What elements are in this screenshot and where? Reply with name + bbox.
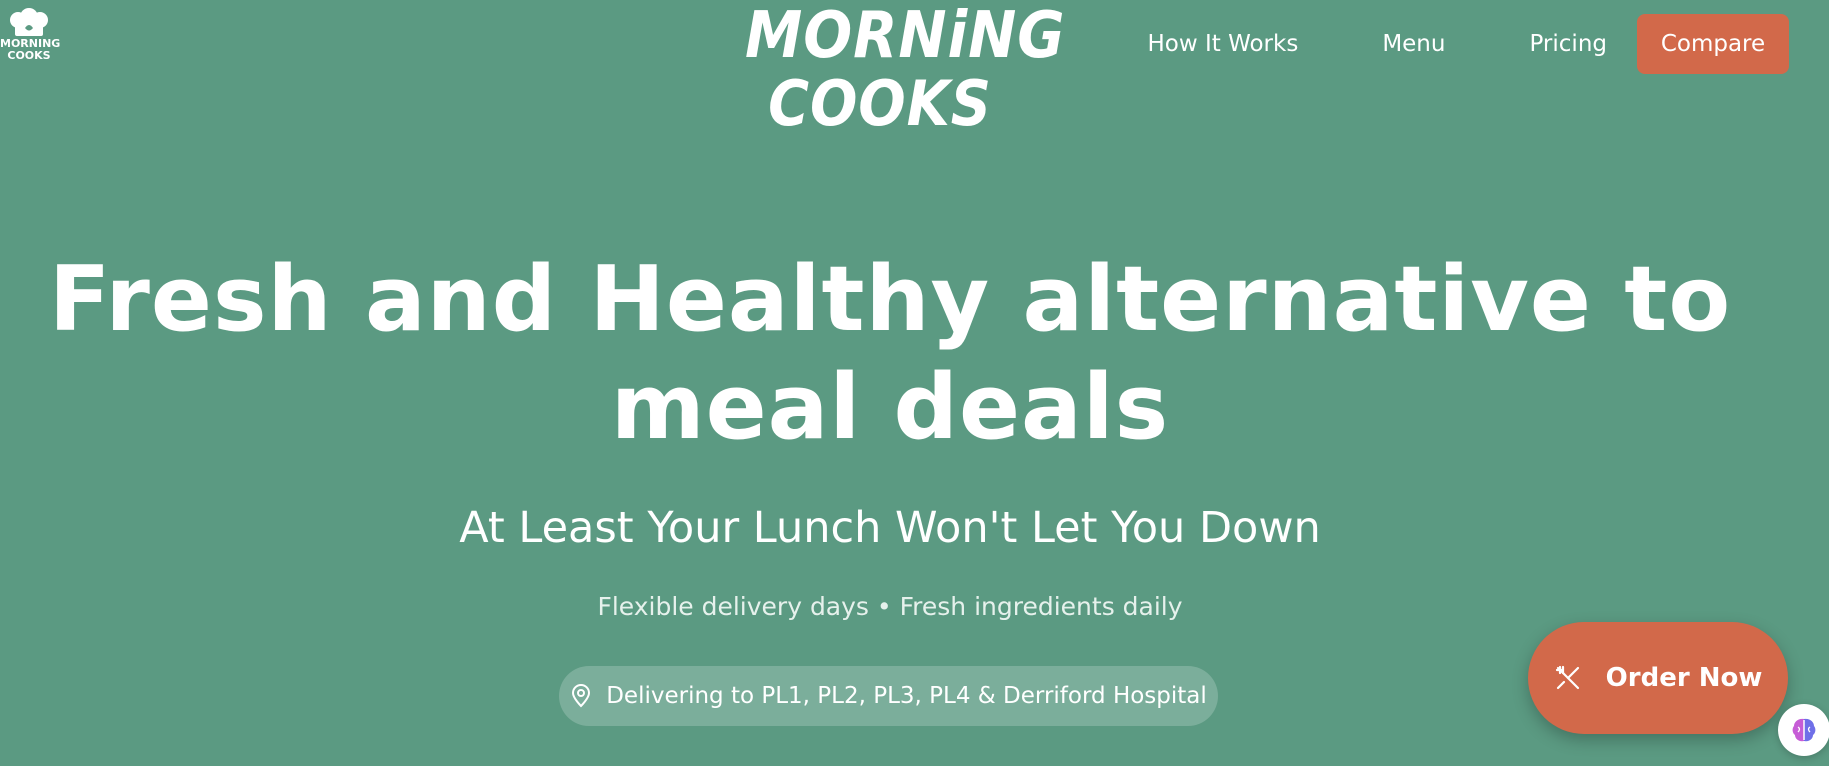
compare-button[interactable]: Compare (1637, 14, 1789, 74)
chef-hat-icon (10, 8, 48, 36)
assistant-widget[interactable] (1778, 704, 1829, 756)
brand-line2: COOKS (768, 67, 992, 140)
hero-features: Flexible delivery days • Fresh ingredien… (597, 592, 1183, 621)
brand-line1: MORNiNG (745, 0, 1066, 73)
nav-pricing[interactable]: Pricing (1529, 31, 1607, 57)
delivery-area-badge: Delivering to PL1, PL2, PL3, PL4 & Derri… (559, 666, 1218, 726)
nav-menu[interactable]: Menu (1382, 31, 1445, 57)
brand-logo[interactable]: MORNiNG COOKS (730, 0, 1066, 140)
brain-icon (1792, 718, 1816, 742)
map-pin-icon (570, 684, 592, 708)
corner-logo[interactable]: MORNING COOKS (0, 8, 60, 62)
hero-title: Fresh and Healthy alternative to meal de… (0, 246, 1780, 462)
main-nav: How It Works Menu Pricing Compare (1147, 14, 1789, 74)
hero-title-line2: meal deals (610, 355, 1170, 460)
page: MORNING COOKS MORNiNG COOKS How It Works… (0, 0, 1829, 766)
hero-subtitle: At Least Your Lunch Won't Let You Down (459, 503, 1321, 553)
hero-title-line1: Fresh and Healthy alternative to (48, 247, 1732, 352)
utensils-crossed-icon (1554, 664, 1582, 692)
order-now-label: Order Now (1605, 663, 1763, 693)
nav-how-it-works[interactable]: How It Works (1147, 31, 1298, 57)
delivery-area-text: Delivering to PL1, PL2, PL3, PL4 & Derri… (606, 683, 1207, 709)
order-now-button[interactable]: Order Now (1528, 622, 1788, 734)
corner-logo-line2: COOKS (7, 49, 51, 62)
